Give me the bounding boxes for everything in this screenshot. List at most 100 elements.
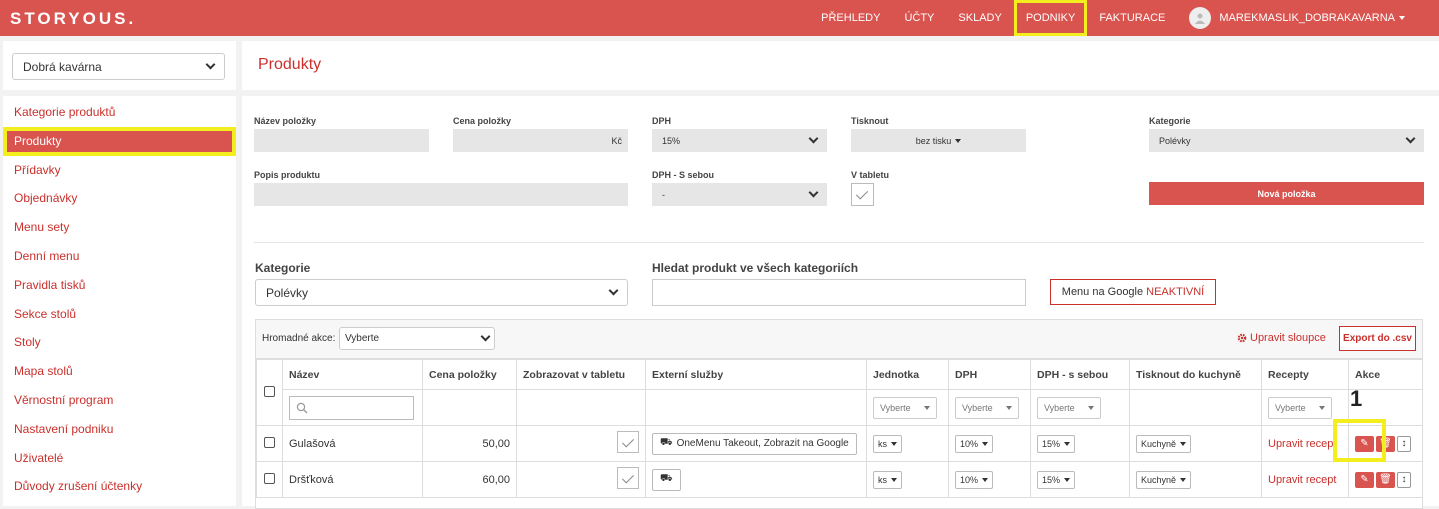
nav-prehledy[interactable]: PŘEHLEDY [809, 0, 892, 36]
sidebar-item-denni-menu[interactable]: Denní menu [3, 242, 236, 271]
trash-icon[interactable]: 🗑 [1376, 471, 1395, 488]
edit-recipe-link[interactable]: Upravit recept [1261, 461, 1349, 498]
products-table: Hromadné akce: Vyberte Upravit sloupce E… [255, 319, 1423, 509]
sidebar-item-uzivatele[interactable]: Uživatelé [3, 444, 236, 473]
select-all-checkbox[interactable] [264, 385, 275, 397]
google-menu-button[interactable]: Menu na Google NEAKTIVNÍ [1050, 279, 1216, 305]
price-unit: Kč [611, 135, 622, 146]
vat-takeaway-select[interactable]: - [652, 183, 827, 206]
vat-select-row[interactable]: 10% [955, 470, 994, 489]
vat-takeaway-filter-select[interactable]: Vyberte [1037, 396, 1101, 419]
kitchen-print-select[interactable]: Kuchyně [1136, 434, 1192, 453]
caret-down-icon [1064, 441, 1071, 446]
sidebar-item-vernostni-program[interactable]: Věrnostní program [3, 386, 236, 415]
tablet-toggle[interactable] [617, 431, 639, 453]
nav-fakturace[interactable]: FAKTURACE [1087, 0, 1177, 36]
vat-filter-select[interactable]: Vyberte [955, 396, 1019, 419]
header-row: Název Cena položky Zobrazovat v tabletu … [256, 359, 1423, 426]
name-input[interactable] [254, 129, 429, 152]
vat-takeaway-value: - [662, 189, 665, 200]
sidebar-item-produkty[interactable]: Produkty [3, 126, 236, 156]
kitchen-print-select[interactable]: Kuchyně [1136, 470, 1192, 489]
external-services-button[interactable]: ⛟ [652, 468, 681, 491]
print-select[interactable]: bez tisku [851, 129, 1026, 152]
external-services-button[interactable]: ⛟ OneMenu Takeout, Zobrazit na Google [652, 432, 857, 455]
vat-value: 15% [662, 135, 681, 146]
tablet-toggle[interactable] [617, 467, 639, 489]
nav-podniky[interactable]: PODNIKY [1013, 0, 1088, 36]
sidebar-item-pravidla-tisku[interactable]: Pravidla tisků [3, 271, 236, 300]
col-header-recipes[interactable]: Recepty [1261, 359, 1349, 390]
nav-ucty[interactable]: ÚČTY [892, 0, 946, 36]
table-row: Dršťková 60,00 ⛟ ks 10% 15% Kuchyně Upra… [256, 461, 1423, 498]
empty-cell [422, 389, 517, 426]
chevron-down-icon [1399, 16, 1405, 20]
vat-select[interactable]: 15% [652, 129, 827, 152]
col-header-vat-takeaway[interactable]: DPH - s sebou [1030, 359, 1130, 390]
sidebar-item-menu-sety[interactable]: Menu sety [3, 213, 236, 242]
unit-select[interactable]: ks [873, 434, 902, 453]
col-header-kitchen-print[interactable]: Tisknout do kuchyně [1129, 359, 1262, 390]
unit-filter-select[interactable]: Vyberte [873, 396, 937, 419]
caret-down-icon [982, 477, 989, 482]
vat-takeaway-select-row[interactable]: 15% [1037, 470, 1076, 489]
sort-handle-icon[interactable]: ↕ [1397, 471, 1411, 488]
category-label: Kategorie [1149, 116, 1191, 126]
col-header-vat[interactable]: DPH [948, 359, 1031, 390]
vat-cell: 10% [948, 425, 1031, 462]
venue-select-value: Dobrá kavárna [23, 59, 102, 74]
tablet-cell [516, 425, 646, 462]
row-select-cell [256, 425, 283, 462]
sidebar-item-kategorie-produktu[interactable]: Kategorie produktů [3, 98, 236, 127]
desc-input[interactable] [254, 183, 628, 206]
product-search-input[interactable] [652, 279, 1026, 306]
category-select[interactable]: Polévky [1149, 129, 1424, 152]
sidebar-item-nastaveni-podniku[interactable]: Nastavení podniku [3, 415, 236, 444]
venue-select[interactable]: Dobrá kavárna [12, 53, 225, 80]
row-checkbox[interactable] [264, 436, 275, 448]
sidebar-item-sekce-stolu[interactable]: Sekce stolů [3, 300, 236, 329]
edit-pencil-icon[interactable]: ✎ [1355, 471, 1374, 488]
sort-handle-icon[interactable]: ↕ [1397, 435, 1411, 452]
caret-down-icon [1064, 477, 1071, 482]
venue-panel: Dobrá kavárna [3, 41, 236, 90]
vat-cell: 10% [948, 461, 1031, 498]
step-marker: 1 [1350, 386, 1363, 411]
user-menu[interactable]: MAREKMASLIK_DOBRAKAVARNA [1177, 7, 1439, 29]
new-item-button[interactable]: Nová položka [1149, 182, 1424, 205]
col-header-price[interactable]: Cena položky [422, 359, 517, 390]
caret-down-icon [982, 441, 989, 446]
actions-cell: ✎ 🗑 ↕ [1348, 461, 1423, 498]
chevron-down-icon [1405, 133, 1416, 144]
col-header-name[interactable]: Název [282, 359, 423, 390]
price-input[interactable]: Kč [453, 129, 628, 152]
row-checkbox[interactable] [264, 472, 275, 484]
vat-takeaway-select-row[interactable]: 15% [1037, 434, 1076, 453]
col-header-tablet[interactable]: Zobrazovat v tabletu [516, 359, 646, 390]
export-csv-button[interactable]: Export do .csv [1339, 326, 1416, 351]
edit-columns-link[interactable]: Upravit sloupce [1237, 332, 1326, 344]
bulk-actions-select[interactable]: Vyberte [339, 327, 495, 350]
kitchen-print-cell: Kuchyně [1129, 425, 1262, 462]
col-header-unit[interactable]: Jednotka [866, 359, 949, 390]
col-header-actions: Akce [1348, 359, 1423, 390]
caret-down-icon [891, 477, 897, 482]
vat-select-row[interactable]: 10% [955, 434, 994, 453]
tablet-checkbox[interactable] [851, 183, 874, 206]
nav-sklady[interactable]: SKLADY [946, 0, 1013, 36]
truck-icon: ⛟ [660, 437, 673, 448]
category-value: Polévky [1159, 135, 1191, 146]
sidebar-item-mapa-stolu[interactable]: Mapa stolů [3, 357, 236, 386]
empty-cell [1129, 389, 1262, 426]
caret-down-icon [891, 441, 897, 446]
sidebar-item-objednavky[interactable]: Objednávky [3, 184, 236, 213]
recipe-filter-select[interactable]: Vyberte [1268, 396, 1332, 419]
sidebar-item-pridavky[interactable]: Přídavky [3, 156, 236, 185]
unit-select[interactable]: ks [873, 470, 902, 489]
col-header-external[interactable]: Externí služby [645, 359, 867, 390]
name-filter-input[interactable] [289, 395, 414, 420]
sidebar-item-stoly[interactable]: Stoly [3, 328, 236, 357]
product-price: 50,00 [422, 425, 517, 462]
row-select-cell [256, 461, 283, 498]
filter-category-select[interactable]: Polévky [255, 279, 628, 306]
